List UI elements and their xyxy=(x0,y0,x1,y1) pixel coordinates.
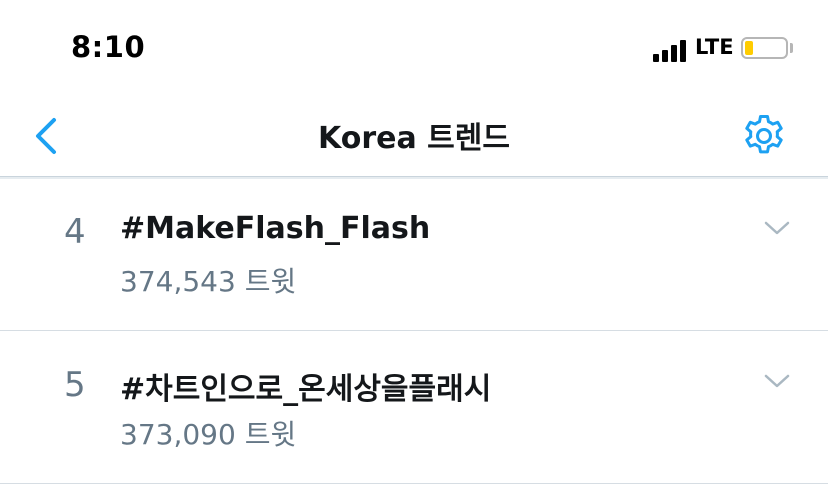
battery-nub xyxy=(790,43,793,53)
status-time: 8:10 xyxy=(71,30,146,64)
navigation-bar: Korea 트렌드 xyxy=(0,100,828,177)
chevron-down-icon[interactable] xyxy=(762,371,792,391)
trend-name: #MakeFlash_Flash xyxy=(120,211,431,246)
trend-row[interactable]: 4 #MakeFlash_Flash 374,543 트윗 xyxy=(0,178,828,331)
trend-rank: 5 xyxy=(64,365,86,405)
chevron-down-icon[interactable] xyxy=(762,218,792,238)
battery-level xyxy=(745,41,753,55)
status-bar: 8:10 LTE xyxy=(0,0,828,100)
tweet-count: 374,543 트윗 xyxy=(120,265,297,298)
gear-icon xyxy=(745,115,783,154)
trend-row[interactable]: 5 #차트인으로_온세상을플래시 373,090 트윗 xyxy=(0,331,828,484)
trend-name: #차트인으로_온세상을플래시 xyxy=(120,372,492,407)
signal-strength-icon xyxy=(653,38,689,62)
settings-button[interactable] xyxy=(740,112,788,160)
network-type: LTE xyxy=(695,35,734,59)
tweet-count: 373,090 트윗 xyxy=(120,418,297,451)
page-title: Korea 트렌드 xyxy=(318,121,510,156)
trend-rank: 4 xyxy=(64,212,86,252)
battery-icon xyxy=(741,37,788,59)
